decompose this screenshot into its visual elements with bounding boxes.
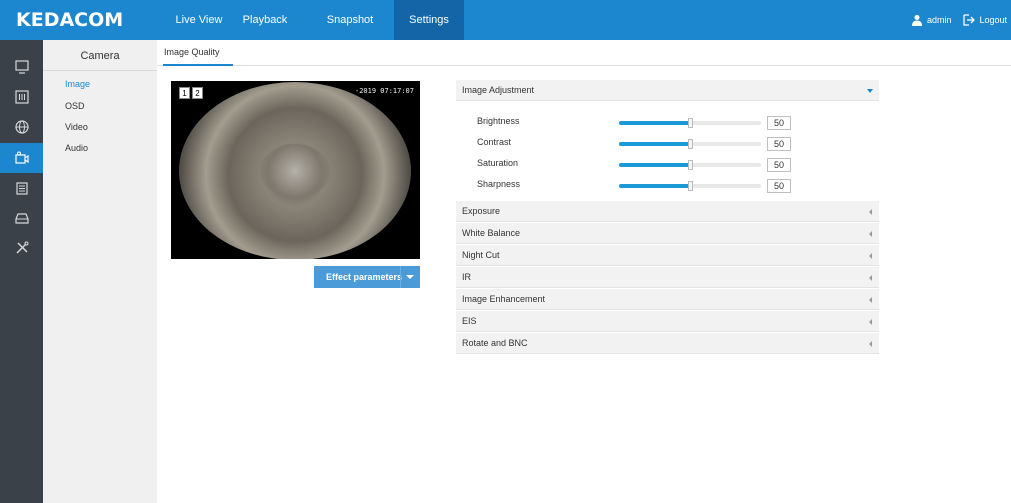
kedacom-logo: KEDACOM [16, 9, 124, 31]
panel-title: EIS [462, 316, 477, 326]
chevron-left-icon [869, 341, 872, 347]
tab-divider [157, 65, 1011, 66]
icon-rail [0, 40, 43, 503]
panel-section[interactable]: White Balance [456, 223, 879, 244]
slider-value-input[interactable]: 50 [767, 116, 791, 130]
panel-image-adjustment[interactable]: Image Adjustment [456, 80, 879, 101]
user-area: admin Logout [911, 0, 1007, 40]
preview-timestamp: -2019 07:17:07 [354, 87, 414, 95]
panel-title: Image Enhancement [462, 294, 546, 304]
slider-track[interactable] [619, 118, 761, 128]
slider-track[interactable] [619, 160, 761, 170]
panel-section[interactable]: Exposure [456, 201, 879, 222]
tools-icon[interactable] [0, 233, 43, 263]
slider-track[interactable] [619, 139, 761, 149]
nav-snapshot[interactable]: Snapshot [320, 0, 380, 40]
preview-button-2[interactable]: 2 [192, 87, 203, 99]
chevron-down-icon [867, 89, 873, 93]
chevron-left-icon [869, 253, 872, 259]
panel-title: IR [462, 272, 471, 282]
slider-value-input[interactable]: 50 [767, 137, 791, 151]
slider-value-input[interactable]: 50 [767, 179, 791, 193]
slider-label: Contrast [477, 137, 512, 147]
chevron-left-icon [869, 275, 872, 281]
subnav-divider [43, 70, 157, 71]
slider-fill [619, 121, 690, 125]
chevron-left-icon [869, 297, 872, 303]
chevron-left-icon [869, 319, 872, 325]
nav-settings[interactable]: Settings [394, 0, 464, 40]
slider-thumb[interactable] [688, 139, 693, 149]
nav-live-view[interactable]: Live View [173, 0, 225, 40]
slider-label: Sharpness [477, 179, 521, 189]
chevron-left-icon [869, 231, 872, 237]
panel-title: White Balance [462, 228, 521, 238]
panel-section[interactable]: IR [456, 267, 879, 288]
subnav-item-audio[interactable]: Audio [65, 143, 88, 153]
slider-thumb[interactable] [688, 118, 693, 128]
panel-section[interactable]: Rotate and BNC [456, 333, 879, 354]
chevron-down-icon [406, 275, 414, 279]
network-globe-icon[interactable] [0, 112, 43, 142]
subnav-item-image[interactable]: Image [65, 79, 90, 89]
subnav-item-osd[interactable]: OSD [65, 101, 85, 111]
monitor-icon[interactable] [0, 52, 43, 82]
username[interactable]: admin [927, 0, 952, 40]
slider-label: Brightness [477, 116, 520, 126]
logout-icon[interactable] [963, 14, 976, 26]
panel-title: Rotate and BNC [462, 338, 528, 348]
tab-active-indicator [163, 64, 233, 66]
user-icon [911, 15, 922, 26]
event-calendar-icon[interactable] [0, 173, 43, 203]
slider-track[interactable] [619, 181, 761, 191]
slider-thumb[interactable] [688, 181, 693, 191]
panel-title: Night Cut [462, 250, 500, 260]
slider-fill [619, 184, 690, 188]
equalizer-icon[interactable] [0, 82, 43, 112]
nav-playback[interactable]: Playback [236, 0, 294, 40]
logout-link[interactable]: Logout [979, 0, 1007, 40]
video-preview[interactable]: 1 2 -2019 07:17:07 [171, 81, 420, 259]
top-bar: KEDACOM Live View Playback Snapshot Sett… [0, 0, 1011, 40]
camera-subnav: Camera Image OSD Video Audio [43, 40, 157, 503]
effect-parameters-label: Effect parameters [326, 272, 403, 282]
panel-title: Image Adjustment [462, 85, 535, 95]
effect-parameters-button[interactable]: Effect parameters [314, 266, 420, 288]
slider-value-input[interactable]: 50 [767, 158, 791, 172]
slider-fill [619, 142, 690, 146]
panel-section[interactable]: EIS [456, 311, 879, 332]
subnav-title: Camera [80, 50, 120, 62]
tab-image-quality[interactable]: Image Quality [164, 47, 220, 57]
slider-thumb[interactable] [688, 160, 693, 170]
subnav-item-video[interactable]: Video [65, 122, 88, 132]
preview-button-1[interactable]: 1 [179, 87, 190, 99]
chevron-left-icon [869, 209, 872, 215]
panel-section[interactable]: Image Enhancement [456, 289, 879, 310]
storage-icon[interactable] [0, 203, 43, 233]
slider-fill [619, 163, 690, 167]
panel-section[interactable]: Night Cut [456, 245, 879, 266]
camera-icon[interactable] [0, 143, 43, 173]
fisheye-image [179, 82, 411, 259]
panel-title: Exposure [462, 206, 501, 216]
slider-label: Saturation [477, 158, 519, 168]
